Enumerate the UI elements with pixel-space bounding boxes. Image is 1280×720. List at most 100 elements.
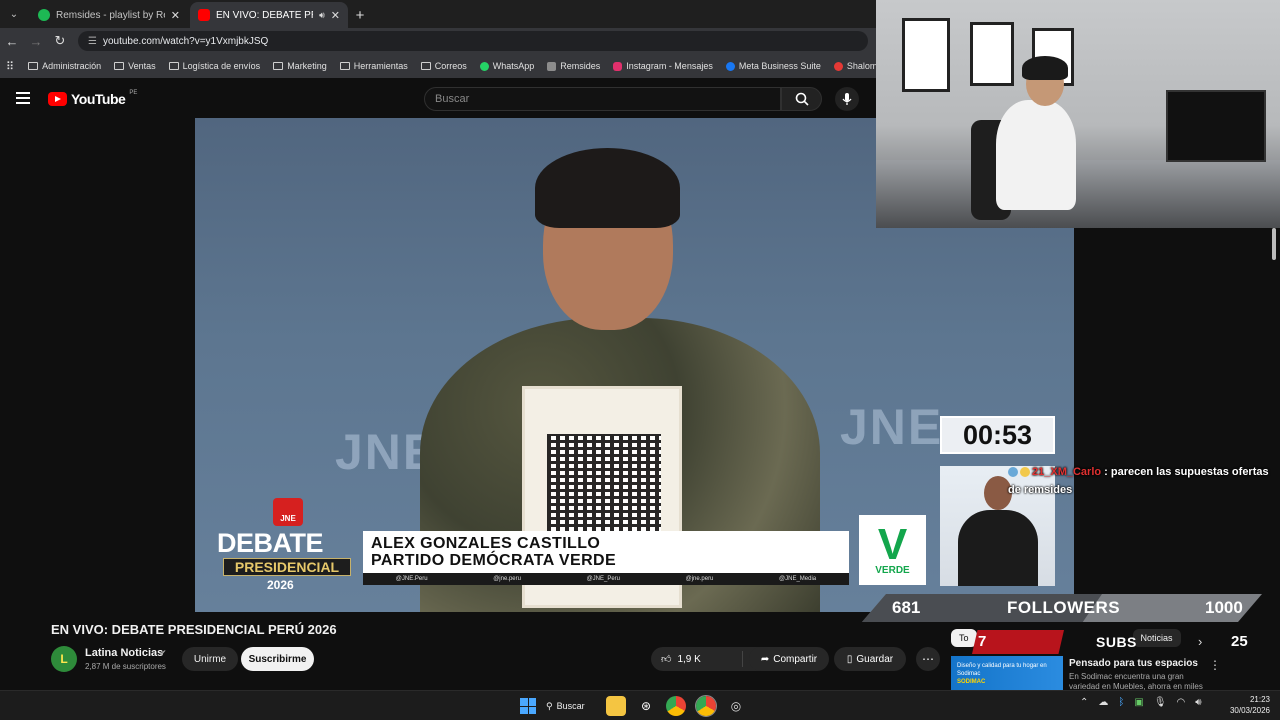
social-handles-bar: @JNE.Peru @jne.peru @JNE_Peru @jne.peru … [363,573,849,585]
party-logo: V VERDE [859,515,926,585]
microphone-icon [842,93,852,105]
search-input[interactable]: Buscar [424,87,781,111]
microphone-icon[interactable]: 🎙︎ [1154,697,1167,708]
clock[interactable]: 21:23 30/03/2026 [1226,694,1270,716]
close-icon[interactable]: ✕ [331,9,340,22]
sponsored-card[interactable]: Diseño y calidad para tu hogar en Sodima… [951,656,1280,690]
more-actions-button[interactable]: ⋯ [916,647,940,671]
bookmark-marketing[interactable]: Marketing [273,61,327,71]
search-button[interactable] [781,87,822,111]
bookmark-remsides[interactable]: Remsides [547,61,600,71]
obs-icon[interactable]: ◎ [726,696,746,716]
more-vertical-icon[interactable]: ⋮ [1209,658,1221,672]
bookmark-meta-business[interactable]: Meta Business Suite [725,61,821,71]
wall-frame [902,18,950,92]
ad-thumbnail[interactable]: Diseño y calidad para tu hogar en Sodima… [951,656,1063,690]
youtube-play-icon [48,92,67,106]
back-button[interactable]: ← [0,28,24,54]
tab-title: Remsides - playlist by RemSide [56,9,165,21]
app-tray-icon[interactable]: ▣ [1134,697,1143,708]
clock-time: 21:23 [1249,695,1270,704]
subs-current: 7 [978,633,987,650]
bluetooth-icon[interactable]: ᛒ [1118,697,1124,708]
chat-message: 21_XM_Carlo : parecen las supuestas ofer… [1008,466,1269,496]
chatgpt-icon[interactable]: ⊛ [636,696,656,716]
folder-icon [28,62,39,70]
join-button[interactable]: Unirme [182,647,238,671]
debate-logo: JNE DEBATE PRESIDENCIAL 2026 [217,498,357,593]
file-explorer-icon[interactable] [606,696,626,716]
speaker-icon[interactable]: 🔊︎ [319,10,325,21]
streamer-webcam [876,0,1280,228]
debate-year: 2026 [267,578,294,592]
windows-taskbar: ⚲ Buscar ⊛ ◎ ⌃ ☁︎ ᛒ ▣ 🎙︎ ◠ 🔊︎ 21:23 30/03… [0,690,1280,720]
share-icon: ➦ [760,653,770,665]
subscribe-button[interactable]: Suscribirme [241,647,314,671]
ad-title: Pensado para tus espacios [1069,658,1198,669]
party-name: PARTIDO DEMÓCRATA VERDE [371,552,617,569]
voice-search-button[interactable] [835,87,859,111]
bookmark-correos[interactable]: Correos [420,61,467,71]
menu-icon[interactable] [16,92,30,104]
tiktok-handle: @jne.peru [685,576,714,582]
youtube-handle: @JNE_Media [779,576,817,582]
followers-current: 681 [892,598,921,617]
folder-icon [273,62,284,70]
site-info-icon[interactable]: ☰ [88,36,97,47]
bookmark-herramientas[interactable]: Herramientas [339,61,408,71]
bookmark-administracion[interactable]: Administración [28,61,101,71]
channel-avatar[interactable]: L [51,646,77,672]
chat-username: 21_XM_Carlo [1032,466,1102,478]
chat-badge-icon [1020,467,1030,478]
party-logo-word: VERDE [875,564,910,576]
like-button[interactable]: 👍︎ 1,9 K [651,651,743,667]
search-icon [795,92,809,106]
youtube-logo[interactable]: YouTube PE [48,90,137,107]
bookmark-ventas[interactable]: Ventas [114,61,156,71]
tab-youtube-debate[interactable]: EN VIVO: DEBATE PRESIDEN 🔊︎ ✕ [190,2,348,28]
x-handle: @JNE_Peru [586,576,621,582]
scrollbar-thumb[interactable] [1272,228,1276,260]
chrome-icon[interactable] [666,696,686,716]
bookmark-icon: ▯ [846,653,853,665]
interpreter-body [958,510,1038,586]
tab-search-button[interactable]: ⌄ [0,0,28,28]
windows-start-icon[interactable] [520,698,536,714]
wifi-icon[interactable]: ◠ [1177,697,1186,708]
speaker-hair [535,148,680,228]
chevron-up-icon[interactable]: ⌃ [1080,697,1088,708]
wall-frame [970,22,1014,86]
url-text: youtube.com/watch?v=y1VxmjbkJSQ [102,35,269,47]
instagram-handle: @jne.peru [493,576,521,582]
background-logo-right: JNE [840,399,944,455]
new-tab-button[interactable]: + [348,2,372,28]
cloud-icon[interactable]: ☁︎ [1098,697,1108,708]
verified-icon: ✔︎ [159,648,167,658]
debate-word: DEBATE [217,528,324,558]
address-bar[interactable]: ☰ youtube.com/watch?v=y1VxmjbkJSQ [78,31,868,51]
apps-icon[interactable]: ⠿ [6,60,14,73]
bookmark-whatsapp[interactable]: WhatsApp [479,61,534,71]
chevron-right-icon[interactable]: › [1198,634,1202,649]
forward-button[interactable]: → [24,28,48,54]
bookmark-logistica[interactable]: Logística de envíos [168,61,260,71]
subs-label: SUBS [1096,634,1137,650]
share-button[interactable]: ➦ Compartir [749,647,829,671]
close-icon[interactable]: ✕ [171,9,180,22]
save-button[interactable]: ▯ Guardar [834,647,906,671]
chrome-icon[interactable] [695,695,717,717]
bookmark-instagram[interactable]: Instagram - Mensajes [613,61,713,71]
followers-label: FOLLOWERS [1007,598,1121,617]
volume-icon[interactable]: 🔊︎ [1195,697,1201,708]
channel-name[interactable]: Latina Noticias [85,647,163,659]
tab-remsides-playlist[interactable]: Remsides - playlist by RemSide ✕ [30,2,188,28]
taskbar-search[interactable]: ⚲ Buscar [546,696,596,716]
debate-timer: 00:53 [940,416,1055,454]
folder-icon [168,62,179,70]
reload-button[interactable]: ↻ [48,28,72,54]
presidencial-word: PRESIDENCIAL [223,558,351,576]
youtube-icon [198,9,210,21]
shalom-icon [833,61,843,71]
taskbar-apps: ⚲ Buscar ⊛ ◎ [520,695,746,717]
followers-goal: 1000 [1205,598,1243,617]
